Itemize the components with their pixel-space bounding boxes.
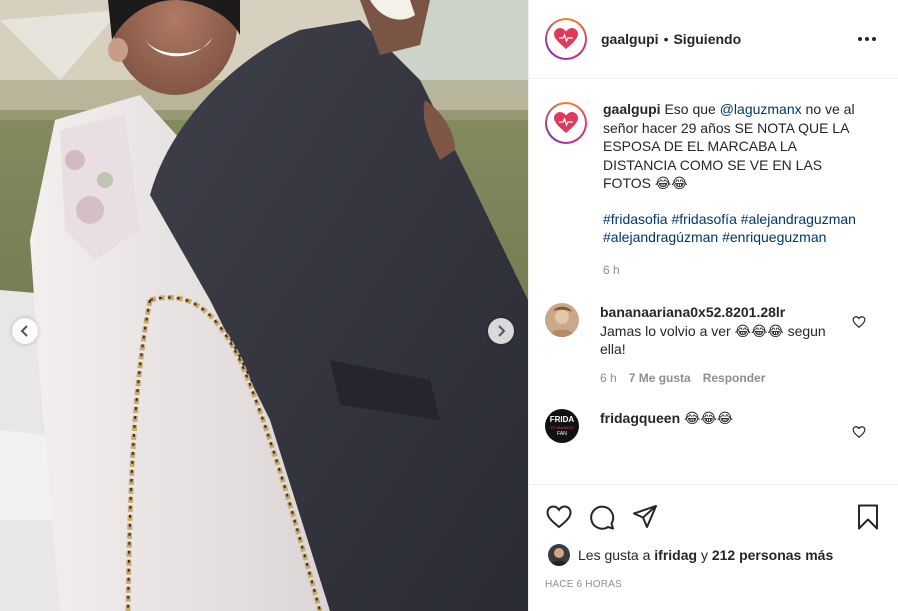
more-options-button[interactable] — [852, 31, 882, 47]
caption-text-part: Eso que — [664, 101, 716, 117]
dot-icon — [858, 37, 862, 41]
heart-logo-icon — [554, 112, 578, 133]
previous-photo-button[interactable] — [12, 318, 38, 344]
like-comment-heart-icon[interactable] — [852, 425, 866, 439]
comment-username[interactable]: fridagqueen — [600, 410, 680, 426]
hashtag-link[interactable]: #fridasofia — [603, 211, 668, 227]
hashtag-link[interactable]: #alejandraguzman — [741, 211, 856, 227]
user-photo-icon — [545, 303, 579, 337]
comment-likes-count[interactable]: 7 Me gusta — [629, 369, 691, 388]
caption-hashtags: #fridasofia #fridasofía #alejandraguzman… — [603, 210, 868, 247]
comment-item: FRIDA TE AMAMOS FAN fridagqueen 😂😂😂 — [545, 409, 882, 443]
comment-icon[interactable] — [588, 503, 616, 531]
post-photo[interactable] — [0, 0, 528, 611]
post-timestamp[interactable]: HACE 6 HORAS — [545, 579, 882, 590]
liker-username[interactable]: ifridag — [654, 547, 697, 563]
profile-avatar[interactable] — [545, 18, 587, 60]
comment-body: bananaariana0x52.8201.28lr Jamas lo volv… — [600, 303, 840, 387]
like-comment-heart-icon[interactable] — [852, 315, 866, 329]
dot-icon — [872, 37, 876, 41]
comment-username[interactable]: bananaariana0x52.8201.28lr — [600, 304, 785, 320]
caption-timestamp[interactable]: 6 h — [603, 261, 868, 280]
comment-meta: 6 h 7 Me gusta Responder — [600, 369, 840, 388]
bookmark-icon[interactable] — [854, 503, 882, 531]
next-photo-button[interactable] — [488, 318, 514, 344]
comments-list[interactable]: gaalgupi Eso que @laguzmanx no ve al señ… — [529, 80, 898, 484]
comment-text: Jamas lo volvio a ver 😂😂😂 segun ella! — [600, 322, 826, 358]
separator-dot: • — [663, 31, 669, 47]
share-icon[interactable] — [631, 503, 659, 531]
wedding-photo-image — [0, 0, 528, 611]
caption-username[interactable]: gaalgupi — [603, 101, 661, 117]
comment-item: bananaariana0x52.8201.28lr Jamas lo volv… — [545, 303, 882, 387]
comment-timestamp[interactable]: 6 h — [600, 369, 617, 388]
likes-count-link[interactable]: 212 personas más — [712, 547, 833, 563]
caption-body: gaalgupi Eso que @laguzmanx no ve al señ… — [603, 100, 868, 279]
svg-text:TE AMAMOS: TE AMAMOS — [550, 425, 574, 430]
comment-text: 😂😂😂 — [684, 410, 734, 426]
commenter-avatar[interactable] — [545, 303, 579, 337]
caption-avatar[interactable] — [545, 102, 587, 144]
following-button[interactable]: Siguiendo — [673, 31, 741, 47]
svg-text:FAN: FAN — [557, 431, 567, 437]
svg-text:FRIDA: FRIDA — [550, 415, 575, 424]
likes-summary: Les gusta a ifridag y 212 personas más — [545, 544, 882, 566]
post-caption: gaalgupi Eso que @laguzmanx no ve al señ… — [545, 100, 882, 279]
hashtag-link[interactable]: #alejandragúzman — [603, 229, 718, 245]
hashtag-link[interactable]: #enriqueguzman — [722, 229, 826, 245]
hashtag-link[interactable]: #fridasofía — [671, 211, 736, 227]
post-author-username[interactable]: gaalgupi — [601, 31, 659, 47]
commenter-avatar[interactable]: FRIDA TE AMAMOS FAN — [545, 409, 579, 443]
caption-mention-link[interactable]: @laguzmanx — [720, 101, 802, 117]
likes-prefix-text: Les gusta a — [578, 547, 651, 563]
heart-logo-icon — [554, 28, 578, 49]
action-buttons-row — [545, 503, 882, 531]
likes-middle-text: y — [700, 547, 708, 563]
post-side-panel: gaalgupi • Siguiendo gaalgupi Eso que @l… — [528, 0, 898, 611]
fan-account-logo-icon: FRIDA TE AMAMOS FAN — [545, 409, 579, 443]
liker-avatar[interactable] — [548, 544, 570, 566]
heart-icon[interactable] — [545, 503, 573, 531]
dot-icon — [865, 37, 869, 41]
comment-body: fridagqueen 😂😂😂 — [600, 409, 840, 443]
reply-button[interactable]: Responder — [703, 369, 766, 388]
post-actions: Les gusta a ifridag y 212 personas más H… — [529, 484, 898, 590]
chevron-right-icon — [498, 325, 506, 337]
instagram-post: gaalgupi • Siguiendo gaalgupi Eso que @l… — [0, 0, 898, 611]
user-photo-icon — [548, 544, 570, 566]
caption-text: gaalgupi Eso que @laguzmanx no ve al señ… — [603, 100, 868, 193]
chevron-left-icon — [20, 325, 28, 337]
post-header: gaalgupi • Siguiendo — [529, 0, 898, 79]
